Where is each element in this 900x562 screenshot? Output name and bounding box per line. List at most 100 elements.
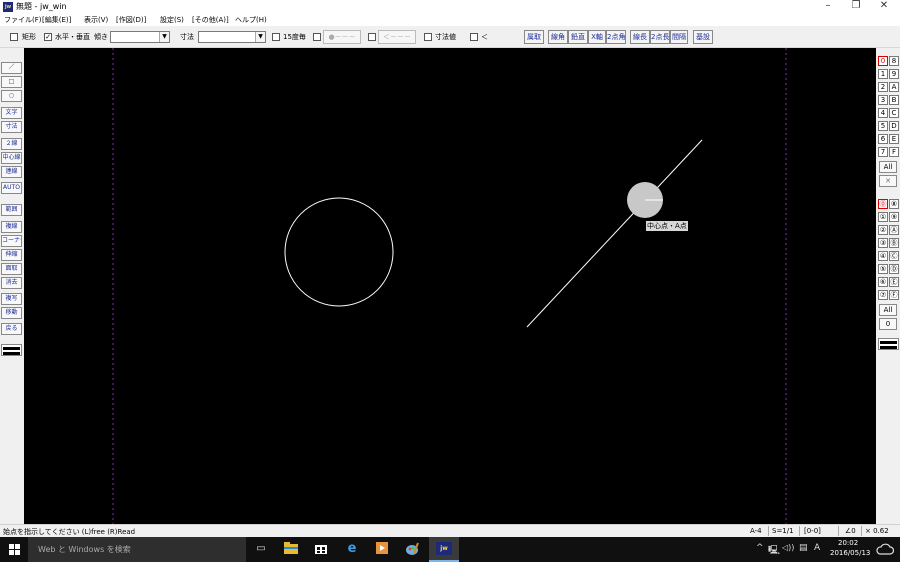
connect-line-tool-button[interactable]: 連線 bbox=[1, 166, 22, 178]
restore-button[interactable]: ❐ bbox=[842, 0, 870, 13]
layer-off-x-icon[interactable]: ✕ bbox=[879, 175, 897, 187]
group-button-7[interactable]: ⑦ bbox=[878, 290, 888, 300]
line-weight-indicator-right[interactable] bbox=[878, 338, 899, 350]
drawn-circle[interactable] bbox=[284, 197, 394, 307]
line-tool-button[interactable]: ／ bbox=[1, 62, 22, 74]
layer-button-1[interactable]: 1 bbox=[878, 69, 888, 79]
lt-checkbox[interactable] bbox=[470, 33, 478, 41]
rect-tool-button[interactable]: □ bbox=[1, 76, 22, 88]
dimension-tool-button[interactable]: 寸法 bbox=[1, 121, 22, 133]
range-tool-button[interactable]: 範囲 bbox=[1, 204, 22, 216]
group-button-9[interactable]: ⑨ bbox=[889, 212, 899, 222]
parallel-line-tool-button[interactable]: 複線 bbox=[1, 221, 22, 233]
status-zoom[interactable]: × 0.62 bbox=[865, 527, 889, 535]
group-all-button[interactable]: All bbox=[879, 304, 897, 316]
line-angle-button[interactable]: 線角 bbox=[548, 30, 568, 44]
jw-cad-taskbar-button[interactable]: jw bbox=[429, 537, 459, 562]
notification-cloud-icon[interactable] bbox=[876, 543, 895, 557]
corner-tool-button[interactable]: コーナー bbox=[1, 235, 22, 247]
line-length-button[interactable]: 線長 bbox=[630, 30, 650, 44]
extend-tool-button[interactable]: 伸縮 bbox=[1, 249, 22, 261]
file-explorer-icon[interactable] bbox=[284, 542, 298, 556]
vertical-button[interactable]: 鉛直 bbox=[568, 30, 588, 44]
status-angle[interactable]: ∠0 bbox=[845, 527, 856, 535]
edge-browser-icon[interactable]: e bbox=[345, 542, 359, 556]
drawing-canvas[interactable]: 中心点・A点 bbox=[24, 48, 876, 524]
erase-tool-button[interactable]: 消去 bbox=[1, 277, 22, 289]
dot-line-checkbox[interactable] bbox=[313, 33, 321, 41]
menu-draw[interactable]: [作図(D)] bbox=[116, 15, 146, 25]
group-button-d[interactable]: Ⓓ bbox=[889, 264, 899, 274]
layer-all-button[interactable]: All bbox=[879, 161, 897, 173]
hv-checkbox[interactable]: ✓ bbox=[44, 33, 52, 41]
drawn-diagonal-line[interactable] bbox=[526, 139, 703, 328]
layer-button-2[interactable]: 2 bbox=[878, 82, 888, 92]
arrow-line-checkbox[interactable] bbox=[368, 33, 376, 41]
dimvalue-checkbox[interactable] bbox=[424, 33, 432, 41]
two-point-length-button[interactable]: 2点長 bbox=[650, 30, 670, 44]
group-button-5[interactable]: ⑤ bbox=[878, 264, 888, 274]
layer-button-7[interactable]: 7 bbox=[878, 147, 888, 157]
status-paper-size[interactable]: A-4 bbox=[750, 527, 762, 535]
menu-edit[interactable]: [編集(E)] bbox=[42, 15, 71, 25]
group-button-8[interactable]: ⑧ bbox=[889, 199, 899, 209]
line-weight-indicator[interactable] bbox=[1, 344, 22, 356]
volume-icon[interactable]: ◁)) bbox=[782, 543, 794, 552]
action-center-message-icon[interactable]: ▤ bbox=[799, 543, 808, 553]
base-set-button[interactable]: 基設 bbox=[693, 30, 713, 44]
group-button-0[interactable]: ⓪ bbox=[878, 199, 888, 209]
status-scale[interactable]: S=1/1 bbox=[772, 527, 794, 535]
two-point-angle-button[interactable]: 2点角 bbox=[606, 30, 626, 44]
group-button-f[interactable]: Ⓕ bbox=[889, 290, 899, 300]
layer-button-d[interactable]: D bbox=[889, 121, 899, 131]
dot-line-button[interactable]: ●－－－ bbox=[323, 30, 361, 44]
layer-button-b[interactable]: B bbox=[889, 95, 899, 105]
double-line-tool-button[interactable]: ２線 bbox=[1, 138, 22, 150]
network-icon[interactable]: 🖳 bbox=[768, 543, 780, 559]
menu-other[interactable]: [その他(A)] bbox=[192, 15, 229, 25]
group-button-b[interactable]: Ⓑ bbox=[889, 238, 899, 248]
menu-settings[interactable]: 設定(S) bbox=[160, 15, 184, 25]
group-button-2[interactable]: ② bbox=[878, 225, 888, 235]
layer-button-6[interactable]: 6 bbox=[878, 134, 888, 144]
layer-button-c[interactable]: C bbox=[889, 108, 899, 118]
close-button[interactable]: ✕ bbox=[870, 0, 898, 13]
layer-button-9[interactable]: 9 bbox=[889, 69, 899, 79]
layer-button-8[interactable]: 8 bbox=[889, 56, 899, 66]
arrow-line-button[interactable]: ＜－－－ bbox=[378, 30, 416, 44]
group-button-e[interactable]: Ⓔ bbox=[889, 277, 899, 287]
rect-checkbox[interactable] bbox=[10, 33, 18, 41]
auto-tool-button[interactable]: AUTO bbox=[1, 182, 22, 194]
group-button-3[interactable]: ③ bbox=[878, 238, 888, 248]
store-icon[interactable] bbox=[314, 542, 328, 556]
tray-show-hidden-icon[interactable]: ^ bbox=[756, 543, 764, 553]
interval-button[interactable]: 間隔 bbox=[670, 30, 688, 44]
circle-tool-button[interactable]: ○ bbox=[1, 90, 22, 102]
ime-mode-indicator[interactable]: A bbox=[814, 543, 820, 553]
layer-button-e[interactable]: E bbox=[889, 134, 899, 144]
minimize-button[interactable]: – bbox=[814, 0, 842, 13]
chamfer-tool-button[interactable]: 面取 bbox=[1, 263, 22, 275]
undo-tool-button[interactable]: 戻る bbox=[1, 323, 22, 335]
layer-button-f[interactable]: F bbox=[889, 147, 899, 157]
group-button-1[interactable]: ① bbox=[878, 212, 888, 222]
layer-button-3[interactable]: 3 bbox=[878, 95, 888, 105]
clock-date[interactable]: 2016/05/13 bbox=[830, 549, 870, 557]
group-button-a[interactable]: Ⓐ bbox=[889, 225, 899, 235]
angle-combo[interactable]: ▼ bbox=[110, 31, 170, 43]
layer-button-0[interactable]: 0 bbox=[878, 56, 888, 66]
group-button-c[interactable]: Ⓒ bbox=[889, 251, 899, 261]
menu-view[interactable]: 表示(V) bbox=[84, 15, 108, 25]
layer-button-5[interactable]: 5 bbox=[878, 121, 888, 131]
layer-button-a[interactable]: A bbox=[889, 82, 899, 92]
windows-start-icon[interactable] bbox=[9, 544, 20, 555]
group-zero-button[interactable]: 0 bbox=[879, 318, 897, 330]
center-line-tool-button[interactable]: 中心線 bbox=[1, 152, 22, 164]
group-button-6[interactable]: ⑥ bbox=[878, 277, 888, 287]
paint-app-icon[interactable] bbox=[405, 542, 419, 556]
copy-tool-button[interactable]: 複写 bbox=[1, 293, 22, 305]
status-layer[interactable]: [0-0] bbox=[804, 527, 821, 535]
task-view-icon[interactable]: ▭ bbox=[254, 542, 268, 556]
x-axis-button[interactable]: X軸 bbox=[588, 30, 606, 44]
taskbar-search-box[interactable]: Web と Windows を検索 bbox=[28, 537, 246, 562]
